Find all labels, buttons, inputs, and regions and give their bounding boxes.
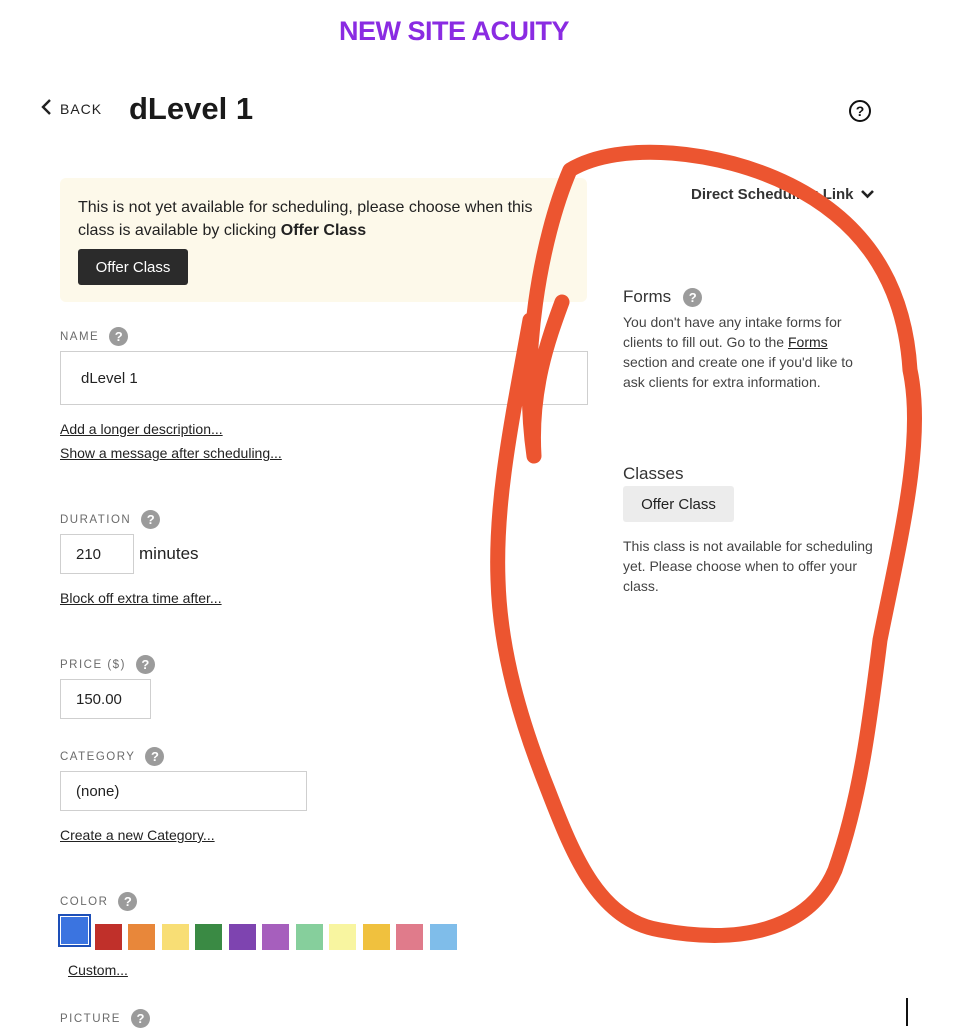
help-icon[interactable]: ? xyxy=(141,510,161,529)
color-swatch[interactable] xyxy=(128,924,155,950)
page-title: dLevel 1 xyxy=(129,91,254,126)
color-label: COLOR ? xyxy=(60,892,138,911)
price-label: PRICE ($) ? xyxy=(60,655,155,674)
direct-scheduling-link-dropdown[interactable]: Direct Scheduling Link xyxy=(691,186,875,203)
forms-description: You don't have any intake forms for clie… xyxy=(623,314,853,390)
not-available-notice: This is not yet available for scheduling… xyxy=(60,178,587,302)
duration-input[interactable]: 210 xyxy=(60,534,134,574)
classes-description: This class is not available for scheduli… xyxy=(623,538,873,594)
color-swatch[interactable] xyxy=(396,924,423,950)
forms-heading: Forms ? xyxy=(623,287,703,307)
name-input[interactable]: dLevel 1 xyxy=(60,351,588,405)
custom-color-link[interactable]: Custom... xyxy=(68,962,128,978)
duration-unit: minutes xyxy=(139,544,199,563)
color-swatch[interactable] xyxy=(329,924,356,950)
color-swatch[interactable] xyxy=(94,924,122,950)
add-description-link[interactable]: Add a longer description... xyxy=(60,421,223,437)
back-button[interactable]: BACK xyxy=(40,98,102,119)
picture-label: PICTURE ? xyxy=(60,1009,150,1028)
help-icon[interactable]: ? xyxy=(145,747,165,766)
color-swatch[interactable] xyxy=(58,914,91,947)
color-swatch[interactable] xyxy=(195,924,222,950)
help-icon[interactable]: ? xyxy=(683,287,703,307)
color-swatch[interactable] xyxy=(295,924,323,950)
offer-class-button-secondary[interactable]: Offer Class xyxy=(623,486,734,522)
forms-link[interactable]: Forms xyxy=(788,334,828,350)
block-off-time-link[interactable]: Block off extra time after... xyxy=(60,590,222,606)
duration-label: DURATION ? xyxy=(60,510,161,529)
help-icon[interactable]: ? xyxy=(118,892,138,911)
name-label: NAME ? xyxy=(60,327,129,346)
color-swatch[interactable] xyxy=(161,924,189,950)
chevron-left-icon xyxy=(40,98,52,119)
color-swatch[interactable] xyxy=(228,924,256,950)
text-cursor xyxy=(906,998,908,1026)
offer-class-button[interactable]: Offer Class xyxy=(78,249,188,285)
color-swatch[interactable] xyxy=(429,924,457,950)
create-category-link[interactable]: Create a new Category... xyxy=(60,827,215,843)
help-icon[interactable]: ? xyxy=(135,655,155,674)
show-message-link[interactable]: Show a message after scheduling... xyxy=(60,445,282,461)
help-icon[interactable]: ? xyxy=(849,100,871,122)
help-icon[interactable]: ? xyxy=(109,327,129,346)
chevron-down-icon xyxy=(860,186,875,203)
category-select[interactable]: (none) xyxy=(60,771,307,811)
notice-text: This is not yet available for scheduling… xyxy=(78,199,533,239)
banner-title: NEW SITE ACUITY xyxy=(338,16,570,46)
price-input[interactable]: 150.00 xyxy=(60,679,151,719)
back-label: BACK xyxy=(60,100,103,117)
color-swatch[interactable] xyxy=(362,924,390,950)
category-label: CATEGORY ? xyxy=(60,747,165,766)
help-icon[interactable]: ? xyxy=(130,1009,150,1028)
color-swatch[interactable] xyxy=(262,924,289,950)
classes-heading: Classes xyxy=(623,464,684,483)
